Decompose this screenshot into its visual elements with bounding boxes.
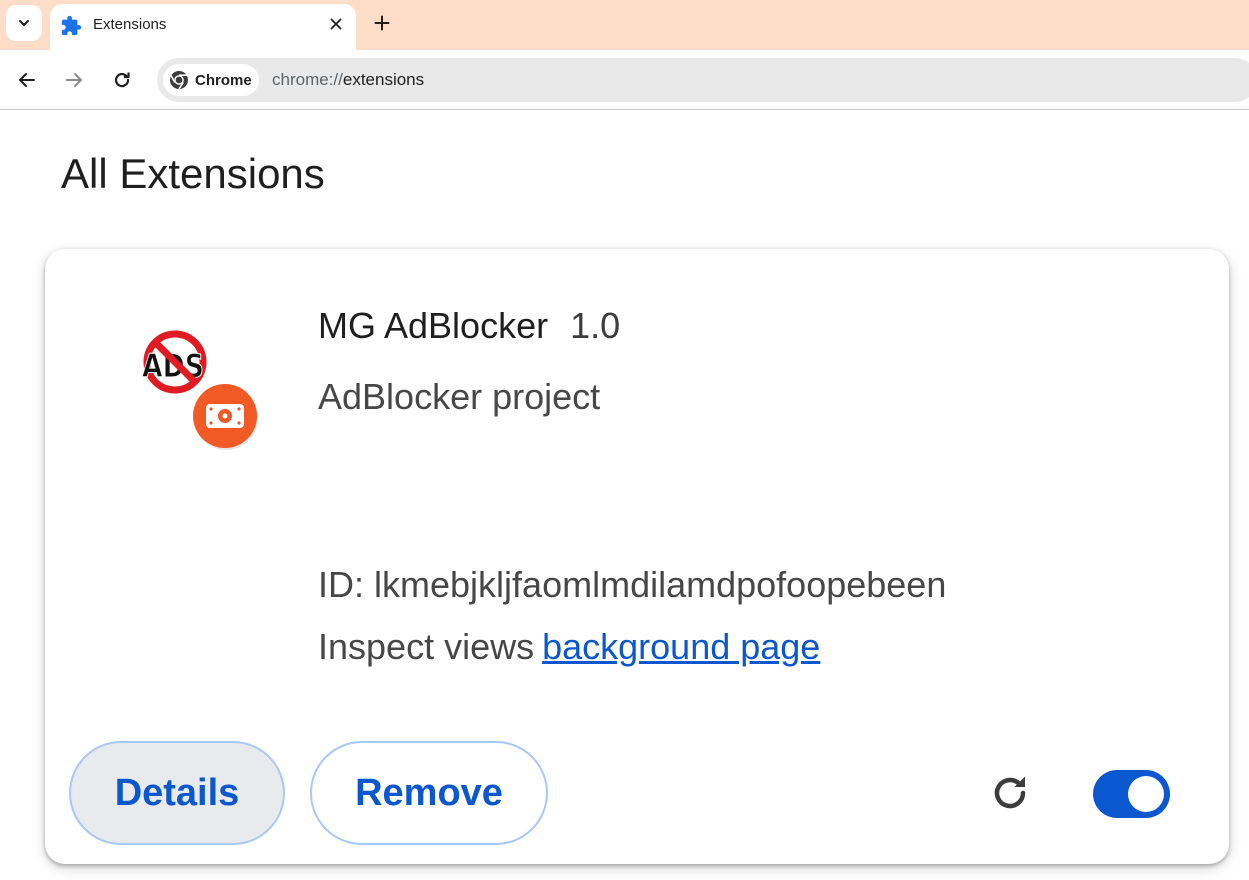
inspect-views-row: Inspect views background page: [318, 626, 820, 668]
chip-label: Chrome: [195, 71, 252, 89]
extension-name-row: MG AdBlocker 1.0: [318, 305, 620, 347]
url-path: extensions: [342, 70, 425, 89]
extension-version: 1.0: [570, 305, 621, 346]
forward-button[interactable]: [59, 65, 89, 95]
extension-enable-toggle[interactable]: [1093, 770, 1170, 818]
extension-description: AdBlocker project: [318, 376, 601, 417]
puzzle-piece-icon: [61, 15, 82, 36]
tab-strip: Extensions: [0, 0, 1249, 50]
extension-id-row: ID: lkmebjkljfaomlmdilamdpofoopebeen: [318, 564, 946, 606]
reload-extension-button[interactable]: [986, 769, 1034, 817]
new-tab-button[interactable]: [368, 9, 396, 37]
page-title: All Extensions: [61, 150, 325, 197]
back-button[interactable]: [12, 65, 42, 95]
inspect-views-label: Inspect views: [318, 626, 535, 667]
arrow-left-icon: [19, 73, 35, 87]
url-text: chrome://extensions: [272, 70, 424, 90]
chevron-down-icon: [19, 20, 29, 26]
reload-icon: [114, 72, 130, 88]
details-button[interactable]: Details: [69, 741, 285, 845]
reload-page-button[interactable]: [107, 65, 137, 95]
adblocker-icon: ADS: [142, 330, 259, 450]
chrome-logo-icon: [170, 71, 188, 90]
close-tab-button[interactable]: [324, 12, 348, 36]
site-info-chip[interactable]: Chrome: [163, 64, 259, 96]
arrow-right-icon: [66, 73, 82, 87]
remove-button[interactable]: Remove: [310, 741, 548, 845]
extension-card: ADS MG AdBlocker 1.0 AdBlocker project ID…: [45, 249, 1229, 864]
url-scheme: chrome://: [272, 70, 343, 89]
address-bar[interactable]: Chrome chrome://extensions: [157, 58, 1249, 102]
toggle-knob: [1128, 776, 1164, 812]
extension-name: MG AdBlocker: [318, 305, 549, 346]
background-page-link[interactable]: background page: [542, 626, 820, 667]
reload-icon: [994, 776, 1026, 809]
tab-extensions[interactable]: Extensions: [50, 4, 356, 50]
extension-id-label: ID:: [318, 564, 365, 605]
tab-search-button[interactable]: [6, 5, 42, 41]
tab-title: Extensions: [93, 16, 167, 33]
extension-id: lkmebjkljfaomlmdilamdpofoopebeen: [374, 564, 947, 605]
toolbar: Chrome chrome://extensions: [0, 50, 1249, 110]
plus-icon: [374, 15, 390, 31]
close-icon: [330, 18, 342, 30]
